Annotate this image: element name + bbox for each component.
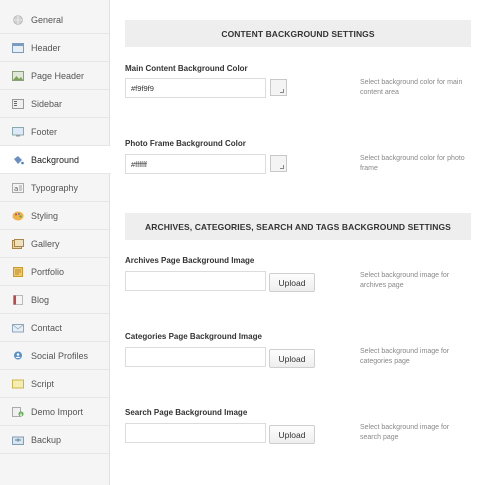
gallery-icon — [12, 238, 24, 249]
archives-bg-image-input[interactable] — [125, 271, 266, 291]
sidebar-item-label: Sidebar — [31, 98, 63, 109]
main-content-color-picker-swatch[interactable] — [270, 79, 287, 96]
settings-sidebar: General Header Page Header Sidebar Foote… — [0, 0, 111, 485]
sidebar-item-portfolio[interactable]: Portfolio — [0, 258, 109, 286]
sidebar-item-page-header[interactable]: Page Header — [0, 62, 109, 90]
search-upload-button[interactable]: Upload — [269, 425, 315, 444]
image-icon — [12, 70, 24, 81]
sidebar-item-label: Styling — [31, 210, 59, 221]
svg-text:a: a — [14, 185, 18, 193]
sidebar-item-label: Blog — [31, 294, 50, 305]
search-bg-image-input[interactable] — [125, 423, 266, 443]
sidebar-item-label: General — [31, 14, 64, 25]
main-content-bg-color-label: Main Content Background Color — [125, 64, 248, 73]
sidebar-item-footer[interactable]: Footer — [0, 118, 109, 146]
categories-bg-image-input[interactable] — [125, 347, 266, 367]
backup-icon — [12, 435, 24, 445]
sidebar-item-label: Backup — [31, 434, 62, 445]
portfolio-icon — [12, 266, 24, 277]
columns-icon — [12, 98, 24, 109]
photo-frame-color-picker-swatch[interactable] — [270, 155, 287, 172]
archives-upload-button[interactable]: Upload — [269, 273, 315, 292]
settings-panel: CONTENT BACKGROUND SETTINGS Main Content… — [111, 0, 485, 485]
categories-bg-image-label: Categories Page Background Image — [125, 332, 262, 341]
sidebar-item-sidebar[interactable]: Sidebar — [0, 90, 109, 118]
archives-background-section-header: ARCHIVES, CATEGORIES, SEARCH AND TAGS BA… — [125, 213, 471, 240]
sidebar-item-demo-import[interactable]: Demo Import — [0, 398, 109, 426]
sidebar-item-label: Page Header — [31, 70, 85, 81]
archives-bg-image-label: Archives Page Background Image — [125, 256, 255, 265]
palette-icon — [12, 211, 24, 221]
categories-upload-button[interactable]: Upload — [269, 349, 315, 368]
envelope-icon — [12, 323, 24, 333]
sidebar-item-contact[interactable]: Contact — [0, 314, 109, 342]
photo-frame-bg-color-description: Select background color for photo frame — [360, 155, 465, 172]
window-icon — [12, 42, 24, 53]
script-icon — [12, 379, 24, 389]
sidebar-item-backup[interactable]: Backup — [0, 426, 109, 454]
categories-bg-image-description: Select background image for categories p… — [360, 348, 450, 365]
photo-frame-bg-color-label: Photo Frame Background Color — [125, 139, 246, 148]
sidebar-item-header[interactable]: Header — [0, 34, 109, 62]
book-icon — [12, 294, 24, 305]
sidebar-item-script[interactable]: Script — [0, 370, 109, 398]
import-icon — [12, 406, 24, 417]
sidebar-item-general[interactable]: General — [0, 6, 109, 34]
sidebar-item-social-profiles[interactable]: Social Profiles — [0, 342, 109, 370]
paint-bucket-icon — [12, 155, 24, 165]
sidebar-item-background[interactable]: Background — [0, 146, 111, 174]
search-bg-image-description: Select background image for search page — [360, 424, 450, 441]
sidebar-item-label: Script — [31, 378, 55, 389]
content-background-section-header: CONTENT BACKGROUND SETTINGS — [125, 20, 471, 47]
photo-frame-bg-color-input[interactable] — [125, 154, 266, 174]
sidebar-item-label: Header — [31, 42, 61, 53]
sidebar-item-gallery[interactable]: Gallery — [0, 230, 109, 258]
main-content-bg-color-description: Select background color for main content… — [360, 79, 463, 96]
sidebar-item-typography[interactable]: a Typography — [0, 174, 109, 202]
sidebar-item-label: Portfolio — [31, 266, 65, 277]
sidebar-item-label: Gallery — [31, 238, 60, 249]
globe-icon — [12, 14, 24, 25]
sidebar-item-label: Typography — [31, 182, 79, 193]
sidebar-item-label: Footer — [31, 126, 58, 137]
sidebar-item-label: Social Profiles — [31, 350, 89, 361]
main-content-bg-color-input[interactable] — [125, 78, 266, 98]
sidebar-item-styling[interactable]: Styling — [0, 202, 109, 230]
monitor-icon — [12, 126, 24, 137]
social-icon — [12, 351, 24, 361]
sidebar-item-blog[interactable]: Blog — [0, 286, 109, 314]
sidebar-item-label: Demo Import — [31, 406, 84, 417]
font-icon: a — [12, 182, 24, 193]
archives-bg-image-description: Select background image for archives pag… — [360, 272, 450, 289]
sidebar-item-label: Background — [31, 154, 80, 165]
search-bg-image-label: Search Page Background Image — [125, 408, 248, 417]
sidebar-item-label: Contact — [31, 322, 63, 333]
